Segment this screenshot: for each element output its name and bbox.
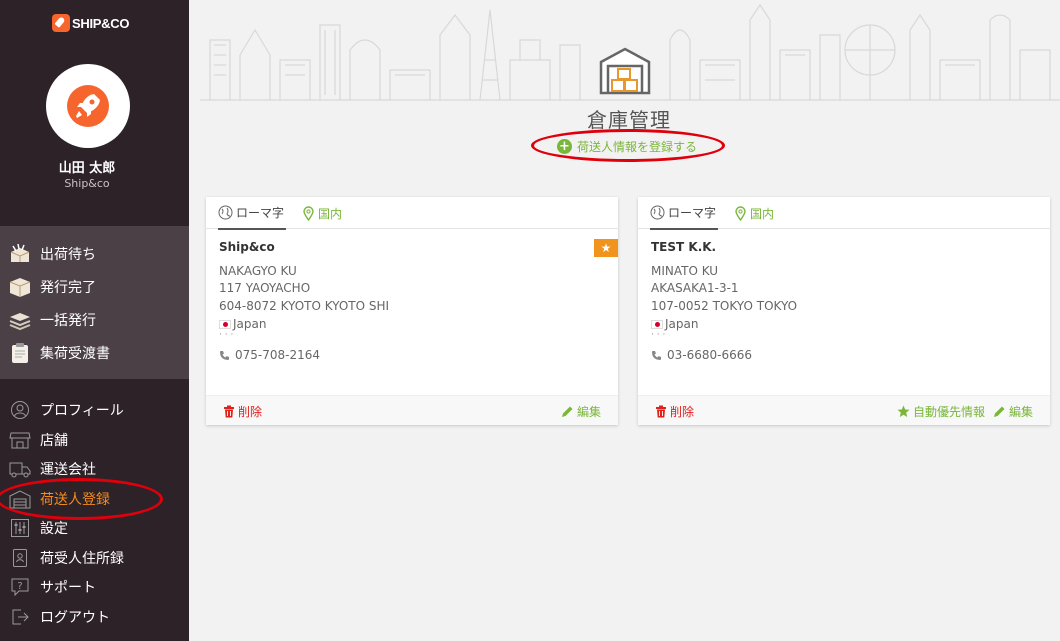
card-tabs: ローマ字 国内 bbox=[206, 197, 618, 230]
warehouse-icon bbox=[7, 487, 33, 511]
tab-domestic[interactable]: 国内 bbox=[302, 197, 342, 229]
edit-button[interactable]: 編集 bbox=[561, 403, 601, 420]
address-line: 107-0052 TOKYO TOKYO bbox=[651, 299, 798, 313]
ship-and-co-logo[interactable]: SHIP&CO bbox=[52, 8, 129, 38]
tab-romaji[interactable]: ローマ字 bbox=[650, 197, 719, 230]
person-icon bbox=[7, 398, 33, 422]
nav-item-support[interactable]: ? サポート bbox=[0, 573, 189, 601]
card-footer: 削除 編集 bbox=[206, 395, 618, 425]
avatar[interactable] bbox=[46, 64, 130, 148]
phone-icon bbox=[219, 350, 230, 361]
shipper-card: ローマ字 国内 TEST K.K. MINATO KU AKASAKA1-3-1… bbox=[638, 197, 1050, 425]
nav-item-settings[interactable]: 設定 bbox=[0, 514, 189, 542]
set-default-button[interactable]: 自動優先情報 bbox=[897, 403, 985, 420]
rocket-logo-icon bbox=[52, 14, 70, 32]
delete-button[interactable]: 削除 bbox=[655, 403, 694, 420]
dots: · · · bbox=[219, 330, 234, 340]
user-name: 山田 太郎 bbox=[58, 161, 116, 176]
edit-button[interactable]: 編集 bbox=[993, 403, 1033, 420]
nav-item-carriers[interactable]: 運送会社 bbox=[0, 455, 189, 483]
japan-flag-icon bbox=[651, 320, 663, 329]
nav-item-recipient-address-book[interactable]: 荷受人住所録 bbox=[0, 544, 189, 572]
sidebar: SHIP&CO 山田 太郎 Ship&co 出荷待ち 発行完了 一括発行 集荷受… bbox=[0, 0, 189, 641]
card-actions: 編集 bbox=[553, 403, 601, 420]
warehouse-icon bbox=[599, 47, 651, 95]
card-actions: 自動優先情報 編集 bbox=[889, 403, 1033, 420]
globe-icon bbox=[218, 205, 233, 220]
nav-item-pickup-receipt[interactable]: 集荷受渡書 bbox=[0, 339, 189, 367]
country-line: Japan bbox=[219, 317, 266, 331]
pencil-icon bbox=[993, 405, 1006, 418]
add-shipper-label: 荷送人情報を登録する bbox=[577, 140, 698, 154]
phone-line: 03-6680-6666 bbox=[651, 348, 752, 362]
nav-label: サポート bbox=[40, 580, 96, 596]
star-icon bbox=[897, 405, 910, 418]
default-star-badge: ★ bbox=[594, 239, 618, 257]
dots: · · · bbox=[651, 330, 666, 340]
location-pin-icon bbox=[302, 205, 315, 221]
logout-icon bbox=[7, 605, 33, 629]
closed-box-icon bbox=[7, 275, 33, 299]
nav-label: 運送会社 bbox=[40, 462, 96, 478]
address-line: 604-8072 KYOTO KYOTO SHI bbox=[219, 299, 390, 313]
card-tabs: ローマ字 国内 bbox=[638, 197, 1050, 230]
nav-item-logout[interactable]: ログアウト bbox=[0, 603, 189, 631]
trash-icon bbox=[223, 405, 235, 418]
tab-domestic[interactable]: 国内 bbox=[734, 197, 774, 229]
trash-icon bbox=[655, 405, 667, 418]
nav-item-bulk-issue[interactable]: 一括発行 bbox=[0, 306, 189, 334]
tab-romaji[interactable]: ローマ字 bbox=[218, 197, 287, 230]
country-line: Japan bbox=[651, 317, 698, 331]
phone-icon bbox=[651, 350, 662, 361]
star-icon: ★ bbox=[600, 241, 612, 255]
nav-label: 店舗 bbox=[40, 433, 68, 449]
plus-circle-icon: + bbox=[557, 139, 572, 154]
store-icon bbox=[7, 428, 33, 452]
add-shipper-link[interactable]: + 荷送人情報を登録する bbox=[557, 138, 697, 155]
nav-label: 出荷待ち bbox=[40, 247, 96, 263]
clipboard-icon bbox=[7, 341, 33, 365]
address-line: 117 YAOYACHO bbox=[219, 281, 311, 295]
nav-label: 発行完了 bbox=[40, 280, 96, 296]
shipper-card: ローマ字 国内 Ship&co ★ NAKAGYO KU 117 YAOYACH… bbox=[206, 197, 618, 425]
nav-label: 荷送人登録 bbox=[40, 492, 110, 508]
nav-label: 荷受人住所録 bbox=[40, 551, 124, 567]
nav-label: 集荷受渡書 bbox=[40, 346, 110, 362]
nav-item-profile[interactable]: プロフィール bbox=[0, 396, 189, 424]
japan-flag-icon bbox=[219, 320, 231, 329]
nav-label: ログアウト bbox=[40, 610, 110, 626]
address-book-icon bbox=[7, 546, 33, 570]
sliders-icon bbox=[7, 516, 33, 540]
page-title: 倉庫管理 bbox=[587, 108, 671, 132]
rocket-icon bbox=[67, 85, 109, 127]
open-box-icon bbox=[7, 242, 33, 266]
nav-label: 設定 bbox=[40, 521, 68, 537]
nav-label: 一括発行 bbox=[40, 313, 96, 329]
help-icon: ? bbox=[7, 575, 33, 599]
globe-icon bbox=[650, 205, 665, 220]
pencil-icon bbox=[561, 405, 574, 418]
svg-text:?: ? bbox=[17, 581, 22, 592]
nav-item-issued[interactable]: 発行完了 bbox=[0, 273, 189, 301]
nav-item-shipper-registration[interactable]: 荷送人登録 bbox=[0, 485, 189, 513]
user-company: Ship&co bbox=[64, 177, 110, 190]
stack-icon bbox=[7, 308, 33, 332]
shipper-name: Ship&co bbox=[219, 240, 275, 254]
location-pin-icon bbox=[734, 205, 747, 221]
nav-label: プロフィール bbox=[40, 403, 124, 419]
address-line: AKASAKA1-3-1 bbox=[651, 281, 739, 295]
phone-line: 075-708-2164 bbox=[219, 348, 320, 362]
nav-item-store[interactable]: 店舗 bbox=[0, 426, 189, 454]
truck-icon bbox=[7, 457, 33, 481]
address-line: NAKAGYO KU bbox=[219, 264, 297, 278]
address-line: MINATO KU bbox=[651, 264, 719, 278]
card-footer: 削除 自動優先情報 編集 bbox=[638, 395, 1050, 425]
shipper-name: TEST K.K. bbox=[651, 240, 717, 254]
nav-item-awaiting-shipment[interactable]: 出荷待ち bbox=[0, 240, 189, 268]
delete-button[interactable]: 削除 bbox=[223, 403, 262, 420]
